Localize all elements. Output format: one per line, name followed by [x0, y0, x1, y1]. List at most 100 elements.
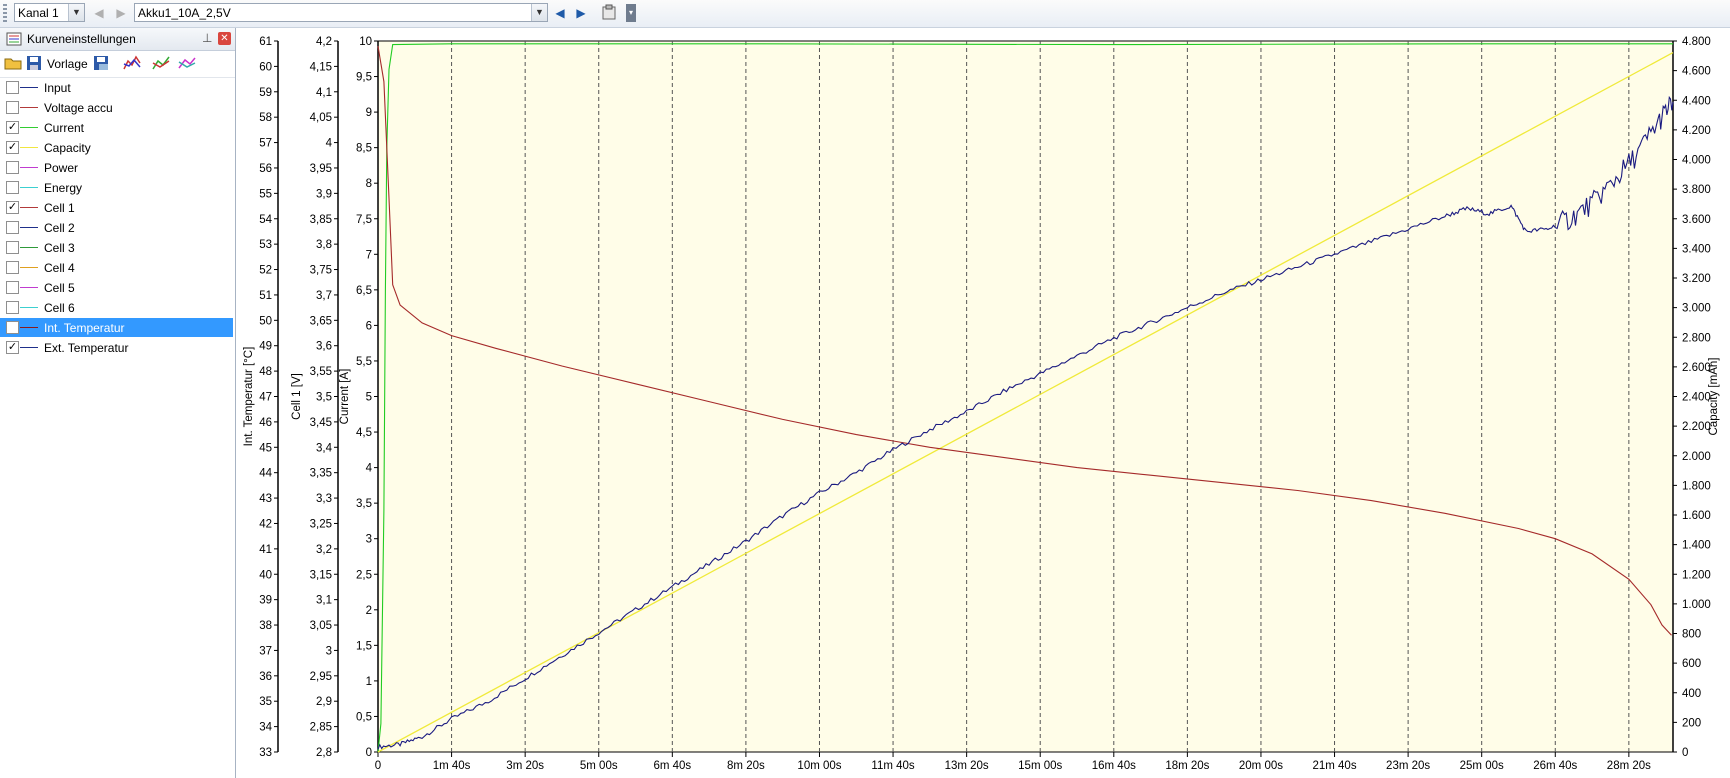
save-icon[interactable] [26, 55, 42, 73]
curve-checkbox[interactable]: ✓ [6, 141, 19, 154]
curve-checkbox[interactable] [6, 321, 19, 334]
previous-channel-icon[interactable]: ◀ [90, 4, 108, 22]
curve-color-icon[interactable] [123, 55, 141, 73]
file-select[interactable]: Akku1_10A_2,5V ▼ [134, 3, 548, 22]
y-tick-label: 48 [259, 366, 272, 378]
curve-checkbox[interactable] [6, 301, 19, 314]
y-tick-label: 2,5 [356, 569, 372, 581]
y-tick-label: 1 [366, 676, 372, 688]
x-tick-label: 15m 00s [1018, 760, 1062, 772]
next-file-icon[interactable]: ▶ [572, 4, 590, 22]
x-tick-label: 0 [375, 760, 381, 772]
plot-area[interactable] [377, 40, 1674, 753]
curve-checkbox[interactable] [6, 261, 19, 274]
y-tick-label: 3,45 [310, 417, 332, 429]
curve-checkbox[interactable] [6, 281, 19, 294]
x-tick-label: 16m 40s [1092, 760, 1136, 772]
y-tick-label: 2 [366, 605, 372, 617]
y-tick-label: 57 [259, 138, 272, 150]
y-tick-label: 3,65 [310, 315, 332, 327]
channel-select[interactable]: Kanal 1 ▼ [14, 3, 85, 22]
x-tick-label: 5m 00s [580, 760, 618, 772]
panel-title: Kurveneinstellungen [27, 32, 136, 46]
curve-add-icon[interactable] [152, 55, 170, 73]
curve-label: Int. Temperatur [44, 321, 125, 335]
y-tick-label: 3,75 [310, 265, 332, 277]
curve-row-ext-temperatur[interactable]: ✓ Ext. Temperatur [0, 338, 233, 357]
y-tick-label: 4.400 [1682, 95, 1711, 107]
y-tick-label: 3.800 [1682, 184, 1711, 196]
channel-select-value: Kanal 1 [18, 6, 59, 20]
close-icon[interactable]: ✕ [218, 32, 231, 45]
curve-label: Power [44, 161, 79, 175]
save-template-icon[interactable] [93, 55, 109, 73]
curve-label: Cell 2 [44, 221, 75, 235]
curve-checkbox[interactable] [6, 241, 19, 254]
curve-checkbox[interactable] [6, 221, 19, 234]
curve-checkbox[interactable] [6, 161, 19, 174]
toolbar-grip[interactable] [3, 4, 7, 22]
curve-color-swatch [20, 287, 38, 288]
curve-color-swatch [20, 267, 38, 268]
y-tick-label: 5 [366, 392, 372, 404]
y-tick-label: 49 [259, 341, 272, 353]
open-folder-icon[interactable] [4, 55, 22, 73]
curve-row-voltage-accu[interactable]: Voltage accu [0, 98, 233, 117]
curve-checkbox[interactable] [6, 181, 19, 194]
curve-checkbox[interactable] [6, 81, 19, 94]
panel-toolbar: Vorlage [0, 51, 235, 78]
x-tick-label: 25m 00s [1460, 760, 1504, 772]
y-tick-label: 1.200 [1682, 569, 1711, 581]
curve-row-cell-2[interactable]: Cell 2 [0, 218, 233, 237]
y-tick-label: 3,85 [310, 214, 332, 226]
y-tick-label: 1.800 [1682, 480, 1711, 492]
y-tick-label: 54 [259, 214, 272, 226]
curve-checkbox[interactable]: ✓ [6, 201, 19, 214]
y-tick-label: 47 [259, 392, 272, 404]
curve-row-cell-3[interactable]: Cell 3 [0, 238, 233, 257]
pin-icon[interactable]: ⊥ [202, 31, 212, 45]
chevron-down-icon[interactable]: ▼ [68, 4, 84, 21]
curve-row-energy[interactable]: Energy [0, 178, 233, 197]
chevron-down-icon[interactable]: ▼ [531, 4, 547, 21]
y-tick-label: 42 [259, 518, 272, 530]
y-tick-label: 8 [366, 178, 372, 190]
curve-color-swatch [20, 347, 38, 348]
curve-row-cell-5[interactable]: Cell 5 [0, 278, 233, 297]
clipboard-icon[interactable] [600, 4, 618, 22]
y-tick-label: 7 [366, 249, 372, 261]
x-tick-label: 1m 40s [433, 760, 471, 772]
y-tick-label: 3,05 [310, 620, 332, 632]
y-tick-label: 2,9 [316, 696, 332, 708]
curve-label: Ext. Temperatur [44, 341, 129, 355]
curve-label: Cell 6 [44, 301, 75, 315]
curve-row-input[interactable]: Input [0, 78, 233, 97]
axis-title: Current [A] [339, 369, 351, 425]
curve-checkbox[interactable] [6, 101, 19, 114]
curve-color-swatch [20, 107, 38, 108]
axis-title: Cell 1 [V] [291, 373, 303, 420]
curve-remove-icon[interactable] [178, 55, 196, 73]
y-tick-label: 1,5 [356, 640, 372, 652]
curve-checkbox[interactable]: ✓ [6, 341, 19, 354]
template-label[interactable]: Vorlage [47, 55, 88, 73]
curve-row-cell-1[interactable]: ✓ Cell 1 [0, 198, 233, 217]
curve-row-power[interactable]: Power [0, 158, 233, 177]
x-tick-label: 23m 20s [1386, 760, 1430, 772]
y-tick-label: 0 [366, 747, 372, 759]
curve-checkbox[interactable]: ✓ [6, 121, 19, 134]
curve-row-current[interactable]: ✓ Current [0, 118, 233, 137]
curve-row-capacity[interactable]: ✓ Capacity [0, 138, 233, 157]
y-tick-label: 58 [259, 112, 272, 124]
y-tick-label: 6 [366, 320, 372, 332]
y-tick-label: 3,15 [310, 569, 332, 581]
previous-file-icon[interactable]: ◀ [551, 4, 569, 22]
curve-row-int-temperatur[interactable]: Int. Temperatur [0, 318, 233, 337]
toolbar-overflow-icon[interactable]: ▾ [626, 4, 636, 22]
next-channel-icon[interactable]: ▶ [112, 4, 130, 22]
curve-row-cell-4[interactable]: Cell 4 [0, 258, 233, 277]
y-tick-label: 9,5 [356, 72, 372, 84]
y-tick-label: 45 [259, 442, 272, 454]
y-tick-label: 3 [326, 645, 332, 657]
curve-row-cell-6[interactable]: Cell 6 [0, 298, 233, 317]
